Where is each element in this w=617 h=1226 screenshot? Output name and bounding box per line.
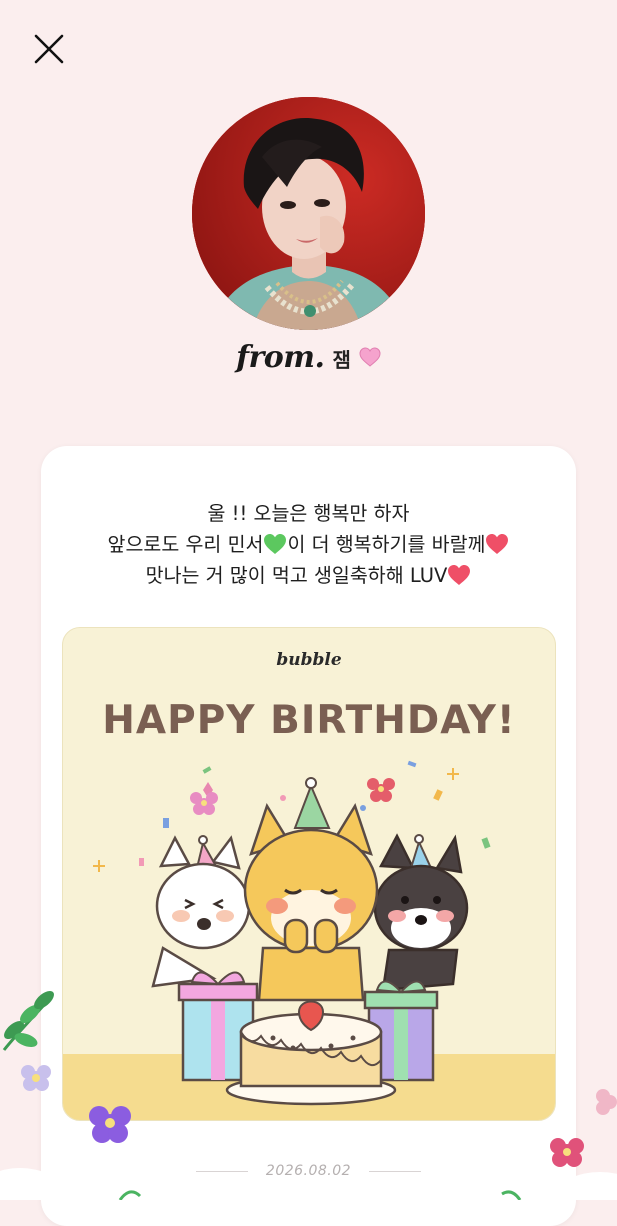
close-icon bbox=[34, 34, 64, 64]
letter-card: 울 !! 오늘은 행복만 하자 앞으로도 우리 민서 이 더 행복하기를 바랄께 … bbox=[41, 446, 576, 1226]
white-puppy bbox=[151, 835, 251, 988]
sender-name: 잼 bbox=[332, 348, 351, 372]
pink-heart-icon bbox=[359, 347, 381, 367]
avatar bbox=[192, 97, 425, 330]
from-label: from. bbox=[236, 340, 325, 375]
message-line-1: 울 !! 오늘은 행복만 하자 bbox=[207, 502, 410, 525]
shiba-puppy bbox=[243, 777, 379, 1002]
date-rule-right bbox=[369, 1170, 422, 1172]
message-line-2-part-b: 이 더 행복하기를 바랄께 bbox=[287, 533, 486, 556]
puppies-cake-illustration bbox=[93, 760, 491, 1106]
green-heart-icon bbox=[264, 534, 287, 554]
message-line-3: 맛나는 거 많이 먹고 생일축하해 LUV bbox=[41, 560, 576, 591]
red-heart-icon bbox=[486, 534, 509, 554]
birthday-illustration-card: bubble HAPPY BIRTHDAY! bbox=[62, 627, 556, 1121]
message-line-3-text: 맛나는 거 많이 먹고 생일축하해 LUV bbox=[145, 564, 448, 587]
flower-icon bbox=[367, 778, 395, 802]
message-text: 울 !! 오늘은 행복만 하자 앞으로도 우리 민서 이 더 행복하기를 바랄께 … bbox=[41, 498, 576, 591]
flower-icon bbox=[596, 1089, 617, 1115]
message-line-2-part-a: 앞으로도 우리 민서 bbox=[107, 533, 264, 556]
red-heart-icon bbox=[448, 565, 471, 585]
black-puppy bbox=[373, 833, 469, 992]
from-line: from. 잼 bbox=[0, 340, 617, 375]
date-rule-left bbox=[195, 1170, 248, 1172]
profile-photo bbox=[192, 97, 425, 330]
flower-icon bbox=[190, 792, 218, 815]
message-line-2: 앞으로도 우리 민서 이 더 행복하기를 바랄께 bbox=[41, 529, 576, 560]
close-button[interactable] bbox=[30, 30, 68, 68]
date-text: 2026.08.02 bbox=[265, 1163, 352, 1179]
date-row: 2026.08.02 bbox=[0, 1163, 617, 1179]
